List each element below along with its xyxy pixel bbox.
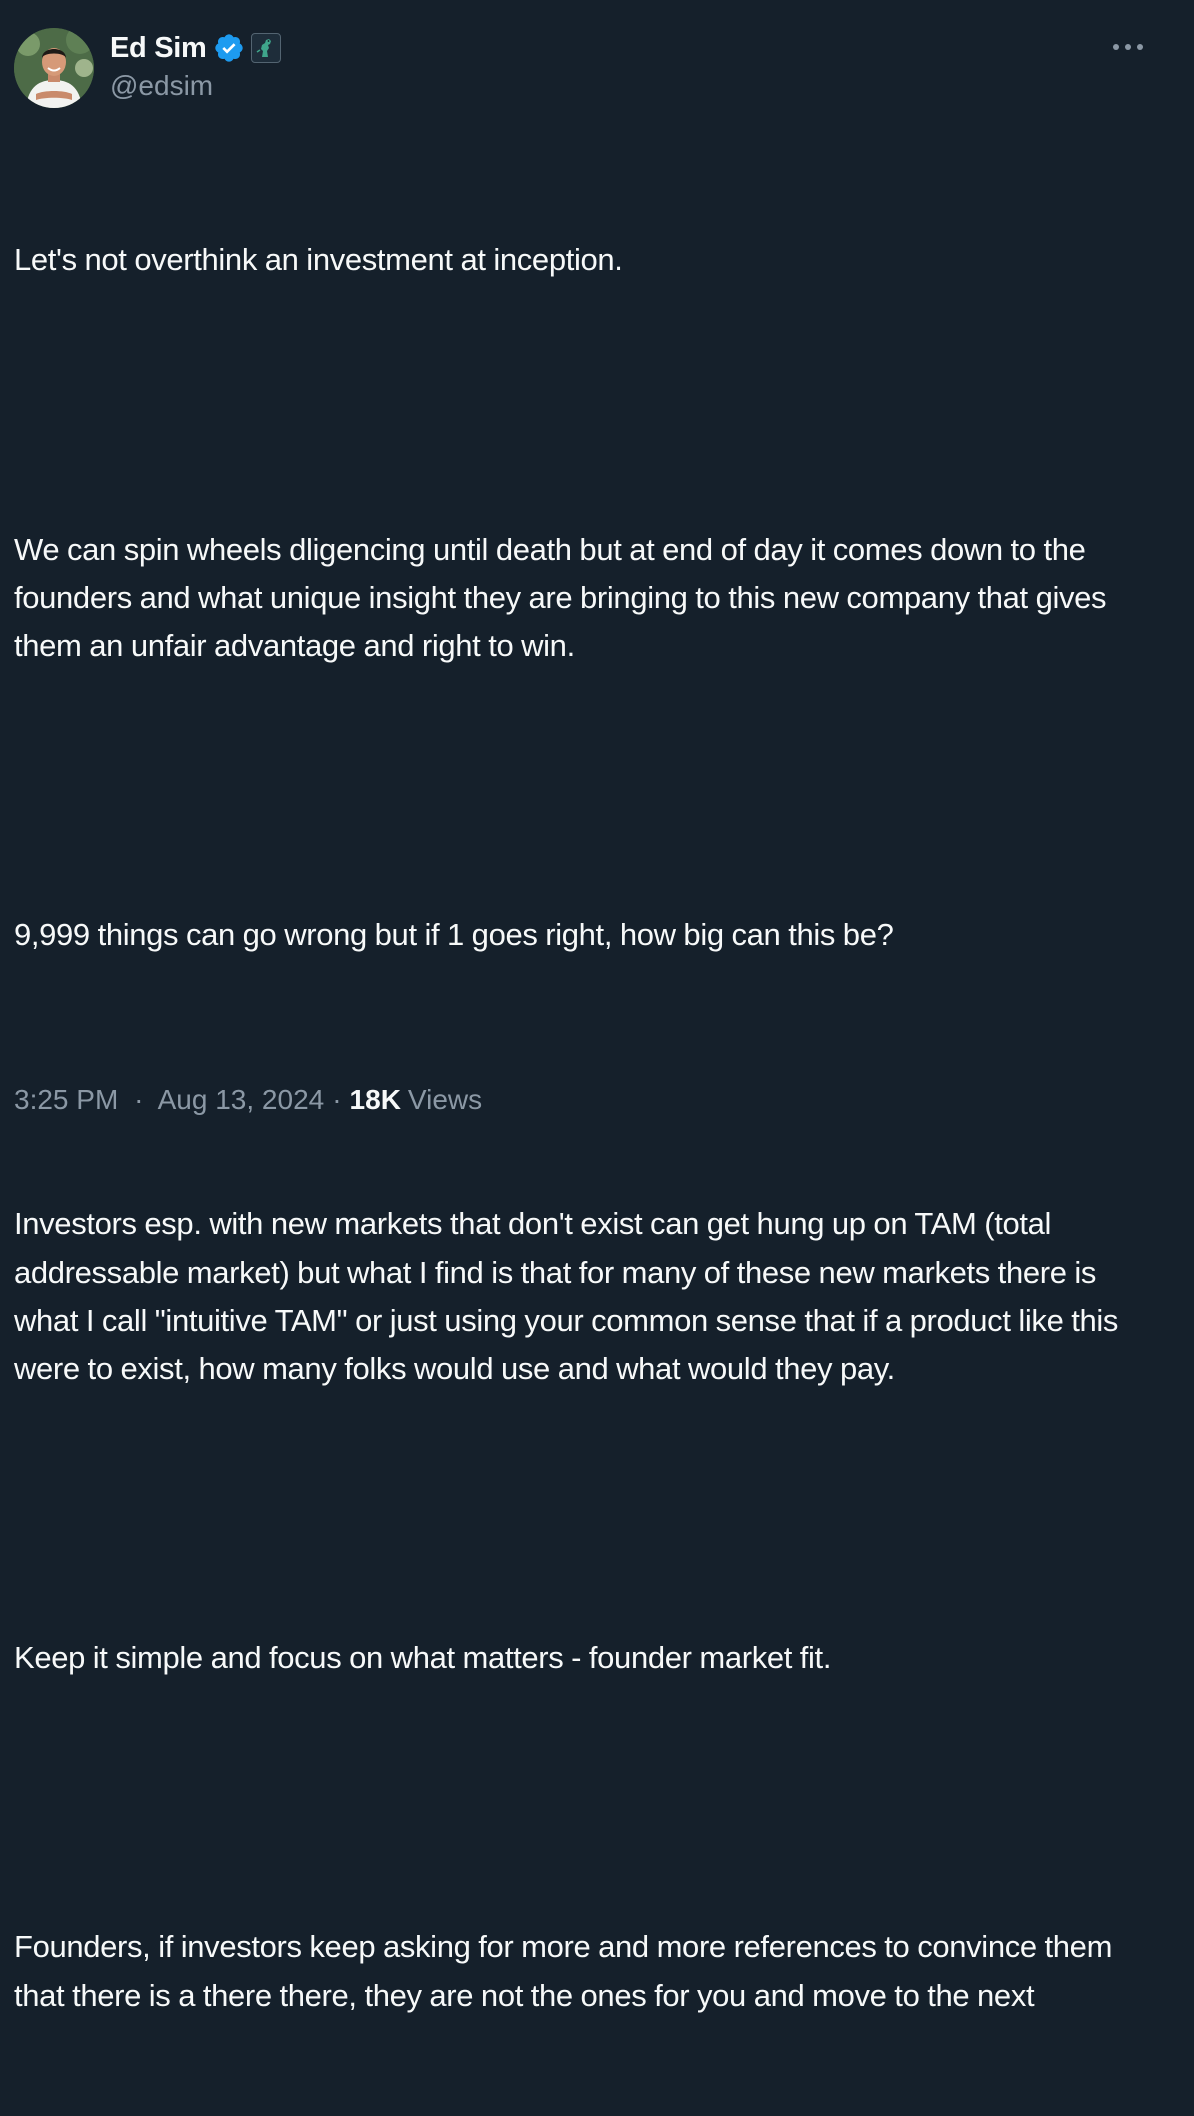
meta-separator: · [134,1084,144,1115]
tweet-paragraph: Keep it simple and focus on what matters… [14,1640,832,1676]
tweet-date: Aug 13, 2024 [157,1084,325,1115]
tweet-paragraph: We can spin wheels dligencing until deat… [14,531,1114,664]
more-horizontal-icon [1113,44,1143,50]
meta-separator: · [332,1084,342,1115]
tweet-paragraph: Investors esp. with new markets that don… [14,1206,1126,1387]
tweet-detail: Ed Sim @edsim Let's not overthink an inv… [0,0,1194,2013]
avatar[interactable] [14,28,94,108]
tweet-time-link[interactable]: 3:25 PM · Aug 13, 2024 [14,1084,324,1116]
verified-badge-icon[interactable] [213,32,245,64]
dinosaur-icon[interactable] [250,33,281,63]
tweet-meta: 3:25 PM · Aug 13, 2024 · 18K Views [14,1084,482,1116]
views-count: 18K [349,1084,401,1115]
tweet-time: 3:25 PM [14,1084,119,1115]
author-display-name[interactable]: Ed Sim [110,32,207,65]
avatar-image [14,28,94,108]
views-label: Views [407,1084,483,1115]
author-name-row: Ed Sim [110,30,281,66]
author-handle[interactable]: @edsim [110,70,213,102]
tweet-paragraph: Let's not overthink an investment at inc… [14,242,623,278]
tweet-paragraph: Founders, if investors keep asking for m… [14,1929,1120,2013]
more-options-button[interactable] [1108,32,1148,62]
tweet-text: Let's not overthink an investment at inc… [14,140,1164,2116]
tweet-paragraph: 9,999 things can go wrong but if 1 goes … [14,917,894,953]
